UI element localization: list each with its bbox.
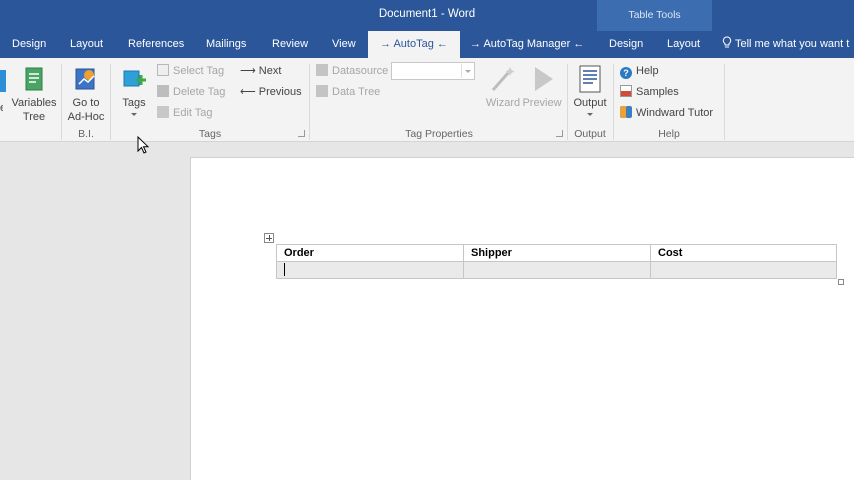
datasource-icon — [316, 64, 328, 76]
output-dropdown-arrow — [587, 113, 593, 116]
tell-me-text: Tell me what you want t — [735, 38, 850, 50]
select-tag-icon — [157, 64, 169, 76]
header-cell-cost[interactable]: Cost — [650, 244, 837, 262]
output-label: Output — [573, 97, 607, 109]
edit-tag-icon — [157, 106, 169, 118]
tags-dropdown-arrow — [131, 113, 137, 116]
table-header-row: Order Shipper Cost — [276, 244, 837, 262]
partial-button-icon[interactable] — [0, 70, 6, 92]
delete-tag-button[interactable]: Delete Tag — [157, 83, 225, 101]
goto-adhoc-label-2: Ad-Hoc — [67, 111, 105, 123]
mouse-pointer-icon — [137, 136, 149, 154]
partial-button-label: e — [0, 102, 3, 126]
datasource-label-wrap: Datasource — [316, 62, 388, 80]
data-tree-icon — [316, 85, 328, 97]
variables-tree-icon — [25, 67, 43, 91]
next-label: Next — [258, 65, 282, 77]
variables-tree-label-1: Variables — [11, 97, 57, 109]
windward-tutor-label: Windward Tutor — [636, 107, 714, 119]
tab-references[interactable]: References — [128, 31, 184, 58]
tab-review[interactable]: Review — [272, 31, 308, 58]
preview-button[interactable]: Preview — [522, 64, 562, 110]
datasource-label: Datasource — [332, 65, 389, 77]
lightbulb-icon — [722, 36, 732, 48]
tab-mailings[interactable]: Mailings — [206, 31, 246, 58]
tab-autotag-manager[interactable]: → AutoTag Manager ← — [470, 31, 584, 58]
help-button[interactable]: ? Help — [620, 62, 659, 80]
table-tools-label: Table Tools — [628, 9, 681, 21]
table-move-handle[interactable] — [264, 233, 274, 243]
data-tree-button[interactable]: Data Tree — [316, 83, 380, 101]
delete-tag-icon — [157, 85, 169, 97]
arrow-left-icon: ⟵ — [240, 86, 256, 98]
header-cell-shipper[interactable]: Shipper — [463, 244, 651, 262]
tell-me-box[interactable]: Tell me what you want t — [722, 31, 849, 58]
header-cell-order[interactable]: Order — [276, 244, 464, 262]
text-caret — [284, 263, 285, 276]
tab-layout[interactable]: Layout — [70, 31, 103, 58]
next-tag-button[interactable]: ⟶ Next — [240, 62, 281, 80]
group-label-help: Help — [658, 128, 680, 140]
windward-tutor-button[interactable]: Windward Tutor — [620, 104, 713, 122]
group-label-output: Output — [574, 128, 606, 140]
previous-label: Previous — [258, 86, 302, 98]
output-button[interactable]: Output — [569, 64, 611, 116]
samples-icon — [620, 85, 632, 97]
edit-tag-button[interactable]: Edit Tag — [157, 104, 213, 122]
tab-table-layout[interactable]: Layout — [667, 31, 700, 58]
table-row — [276, 261, 837, 279]
tab-autotag[interactable]: → AutoTag ← — [368, 31, 460, 58]
question-icon: ? — [620, 67, 632, 79]
variables-tree-label-2: Tree — [22, 111, 46, 123]
arrow-right-icon: ⟶ — [240, 65, 256, 77]
table-cell[interactable] — [463, 261, 651, 279]
help-label: Help — [636, 65, 659, 77]
variables-tree-button[interactable]: Variables Tree — [10, 66, 58, 124]
group-label-bi: B.I. — [78, 128, 94, 140]
play-icon — [535, 67, 553, 91]
datasource-dropdown[interactable] — [391, 62, 475, 80]
wand-icon — [491, 67, 515, 91]
add-tag-icon — [123, 70, 146, 87]
select-tag-button[interactable]: Select Tag — [157, 62, 224, 80]
previous-tag-button[interactable]: ⟵ Previous — [240, 83, 302, 101]
delete-tag-label: Delete Tag — [173, 86, 226, 98]
table-cell[interactable] — [650, 261, 837, 279]
group-label-tag-properties: Tag Properties — [405, 128, 473, 140]
tab-table-design[interactable]: Design — [609, 31, 643, 58]
goto-adhoc-label-1: Go to — [72, 97, 100, 109]
document-table[interactable]: Order Shipper Cost — [276, 244, 837, 279]
tags-button[interactable]: Tags — [116, 66, 152, 116]
window-title: Document1 - Word — [378, 8, 476, 20]
wizard-button[interactable]: Wizard — [484, 64, 522, 110]
samples-button[interactable]: Samples — [620, 83, 679, 101]
edit-tag-label: Edit Tag — [173, 107, 213, 119]
select-tag-label: Select Tag — [173, 65, 225, 77]
tab-view[interactable]: View — [332, 31, 356, 58]
datasource-dropdown-arrow[interactable] — [461, 64, 473, 78]
output-document-icon — [579, 65, 601, 93]
tags-dialog-launcher[interactable] — [298, 130, 305, 137]
tutor-icon — [620, 106, 632, 118]
tab-design[interactable]: Design — [12, 31, 46, 58]
tags-label: Tags — [122, 97, 146, 109]
adhoc-report-icon — [75, 68, 95, 90]
data-tree-label: Data Tree — [332, 86, 381, 98]
preview-label: Preview — [522, 97, 562, 109]
table-cell[interactable] — [276, 261, 464, 279]
wizard-label: Wizard — [485, 97, 521, 109]
tag-properties-dialog-launcher[interactable] — [556, 130, 563, 137]
samples-label: Samples — [636, 86, 679, 98]
table-resize-handle[interactable] — [838, 279, 844, 285]
document-page[interactable] — [190, 157, 854, 480]
goto-adhoc-button[interactable]: Go to Ad-Hoc — [64, 66, 108, 124]
